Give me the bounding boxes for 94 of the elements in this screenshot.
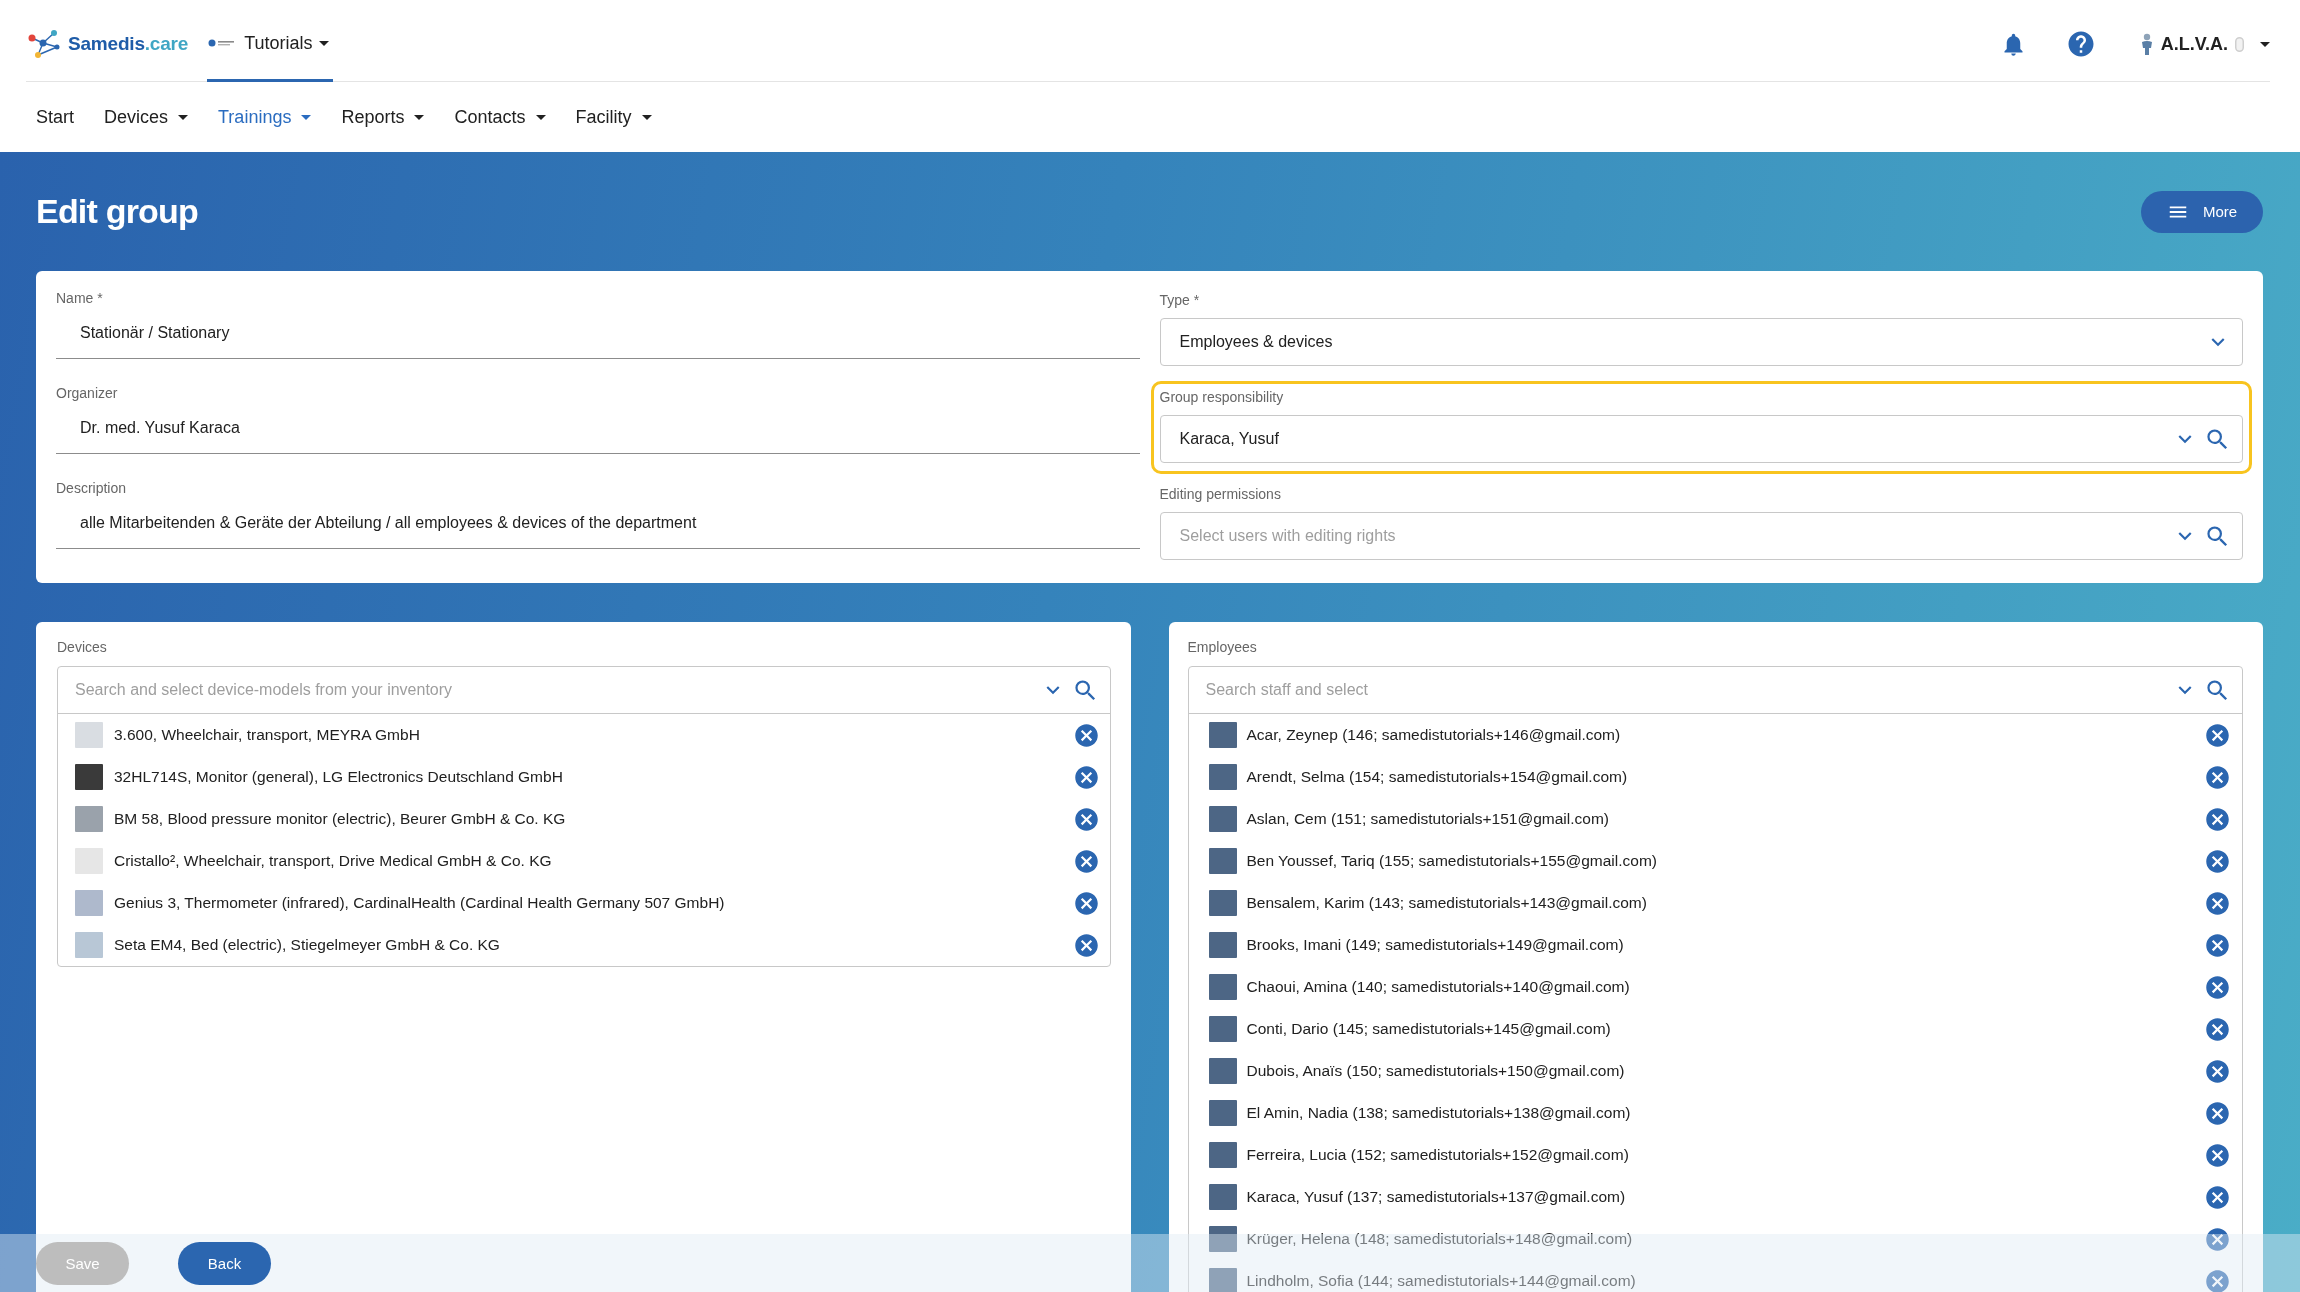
nav-item[interactable]: Reports <box>341 106 425 128</box>
close-icon[interactable] <box>2204 1141 2231 1169</box>
avatar-placeholder <box>1208 1016 1237 1042</box>
list-item-text: Ferreira, Lucia (152; samedistutorials+152@gmail.com) <box>1246 1146 1630 1164</box>
section-label: Employees <box>1187 638 1258 657</box>
close-icon[interactable] <box>1072 847 1100 875</box>
avatar-placeholder <box>1208 932 1237 958</box>
field-label: Organizer <box>56 384 119 403</box>
close-icon[interactable] <box>2204 1015 2231 1043</box>
close-icon[interactable] <box>1072 805 1100 833</box>
list-item-text: Dubois, Anaïs (150; samedistutorials+150@gmail.com) <box>1246 1062 1626 1080</box>
list-item-text: Arendt, Selma (154; samedistutorials+154@gmail.com) <box>1246 768 1629 786</box>
avatar-placeholder <box>1208 764 1237 790</box>
close-icon[interactable] <box>2204 763 2231 791</box>
list-item-text: Aslan, Cem (151; samedistutorials+151@gmail.com) <box>1246 810 1610 828</box>
caret-icon <box>318 40 329 46</box>
field-label: Name * <box>56 289 104 308</box>
avatar-placeholder <box>1208 848 1237 874</box>
input-field[interactable]: Dr. med. Yusuf Karaca <box>56 403 1140 454</box>
close-icon[interactable] <box>1072 763 1100 791</box>
list-item-text: Cristallo², Wheelchair, transport, Drive Medical GmbH & Co. KG <box>114 852 553 870</box>
section-label: Devices <box>57 638 108 657</box>
list-item-text: Brooks, Imani (149; samedistutorials+149@gmail.com) <box>1246 936 1625 954</box>
field-label: Description <box>56 479 128 498</box>
list-item-text: Ben Youssef, Tariq (155; samedistutorials+155@gmail.com) <box>1246 852 1658 870</box>
close-icon[interactable] <box>1072 889 1100 917</box>
close-icon[interactable] <box>2204 889 2231 917</box>
close-icon[interactable] <box>2204 1183 2231 1211</box>
avatar-placeholder <box>1208 1226 1237 1252</box>
caret-icon <box>301 114 312 120</box>
user-menu[interactable]: A.L.V.A. <box>2139 33 2270 55</box>
close-icon[interactable] <box>2204 805 2231 833</box>
list-item-text: 3.600, Wheelchair, transport, MEYRA GmbH <box>114 726 421 744</box>
more-button[interactable]: More <box>2141 190 2263 233</box>
nav-item[interactable]: Trainings <box>218 106 312 128</box>
input-field[interactable]: Stationär / Stationary <box>56 308 1140 359</box>
caret-icon <box>2260 41 2270 47</box>
close-icon[interactable] <box>2204 1099 2231 1127</box>
photo-placeholder <box>75 722 103 748</box>
avatar-placeholder <box>1208 722 1237 748</box>
select-field[interactable]: Employees & devices <box>1159 318 2243 366</box>
avatar-placeholder <box>1208 1268 1237 1292</box>
avatar-placeholder <box>1208 974 1237 1000</box>
avatar-placeholder <box>1208 1184 1237 1210</box>
logo-text: Samedis.care <box>68 33 189 55</box>
caret-icon <box>414 114 425 120</box>
list-item-text: 32HL714S, Monitor (general), LG Electronics Deutschland GmbH <box>114 768 564 786</box>
select-field[interactable]: Karaca, Yusuf <box>1159 415 2243 463</box>
caret-icon <box>641 114 652 120</box>
close-icon[interactable] <box>2204 973 2231 1001</box>
caret-icon <box>535 114 546 120</box>
list-item-text: Chaoui, Amina (140; samedistutorials+140@gmail.com) <box>1246 978 1631 996</box>
close-icon[interactable] <box>2204 1057 2231 1085</box>
list-item-text: Lindholm, Sofia (144; samedistutorials+144@gmail.com) <box>1246 1272 1637 1290</box>
close-icon[interactable] <box>1072 931 1100 959</box>
photo-placeholder <box>75 932 103 958</box>
page-title: Edit group <box>36 192 198 231</box>
close-icon[interactable] <box>2204 931 2231 959</box>
avatar-placeholder <box>1208 1100 1237 1126</box>
photo-placeholder <box>75 806 103 832</box>
avatar-placeholder <box>1208 806 1237 832</box>
list-item-text: Conti, Dario (145; samedistutorials+145@gmail.com) <box>1246 1020 1612 1038</box>
field-label: Type * <box>1159 291 1201 310</box>
nav-item[interactable]: Start <box>36 106 74 128</box>
avatar-placeholder <box>1208 1142 1237 1168</box>
nav-item[interactable]: Facility <box>575 106 652 128</box>
list-item-text: Bensalem, Karim (143; samedistutorials+143@gmail.com) <box>1246 894 1648 912</box>
capsule-icon <box>2235 36 2244 52</box>
input-field[interactable]: alle Mitarbeitenden & Geräte der Abteilung / all employees & devices of the department <box>56 498 1140 549</box>
caret-icon <box>178 114 189 120</box>
list-item-text: El Amin, Nadia (138; samedistutorials+138@gmail.com) <box>1246 1104 1632 1122</box>
field-label: Editing permissions <box>1159 485 1282 504</box>
nav-item[interactable]: Devices <box>104 106 189 128</box>
close-icon[interactable] <box>2204 847 2231 875</box>
photo-placeholder <box>75 764 103 790</box>
list-item-text: Krüger, Helena (148; samedistutorials+148@gmail.com) <box>1246 1230 1634 1248</box>
avatar-placeholder <box>1208 1058 1237 1084</box>
close-icon[interactable] <box>2204 1225 2231 1253</box>
list-item-text: Genius 3, Thermometer (infrared), CardinalHealth (Cardinal Health Germany 507 GmbH) <box>114 894 726 912</box>
photo-placeholder <box>75 848 103 874</box>
close-icon[interactable] <box>2204 721 2231 749</box>
list-item-text: Seta EM4, Bed (electric), Stiegelmeyer GmbH & Co. KG <box>114 936 501 954</box>
close-icon[interactable] <box>1072 721 1100 749</box>
list-item-text: BM 58, Blood pressure monitor (electric), Beurer GmbH & Co. KG <box>114 810 567 828</box>
tenant-selector[interactable]: Tutorials <box>207 7 333 82</box>
network-icon <box>27 29 61 59</box>
avatar-placeholder <box>1208 890 1237 916</box>
list-item-text: Karaca, Yusuf (137; samedistutorials+137@gmail.com) <box>1246 1188 1627 1206</box>
photo-placeholder <box>75 890 103 916</box>
nav-item[interactable]: Contacts <box>454 106 546 128</box>
logo-icon <box>208 38 236 48</box>
person-icon <box>2139 33 2154 55</box>
field-label: Group responsibility <box>1159 388 1285 407</box>
list-item-text: Acar, Zeynep (146; samedistutorials+146@gmail.com) <box>1246 726 1622 744</box>
